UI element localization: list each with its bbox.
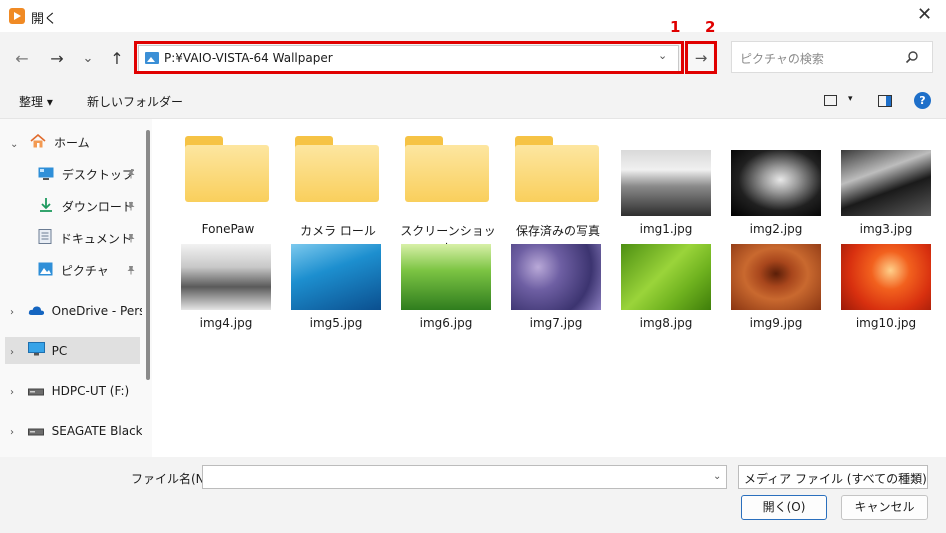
image-thumbnail-img6[interactable]	[401, 244, 491, 310]
annotation-box-2	[685, 41, 717, 74]
cancel-button[interactable]: キャンセル	[841, 495, 928, 520]
annotation-box-1	[134, 41, 684, 74]
view-icon[interactable]	[824, 95, 837, 106]
desktop-icon	[38, 164, 54, 188]
sidebar-item-pc[interactable]: › PC	[10, 339, 138, 363]
pin-icon	[126, 265, 136, 278]
folder-icon[interactable]	[515, 136, 599, 202]
organize-menu[interactable]: 整理 ▾	[19, 93, 53, 110]
image-thumbnail-img1[interactable]	[621, 150, 711, 216]
search-icon[interactable]	[905, 50, 919, 68]
sidebar-item-label: ホーム	[54, 136, 90, 150]
chevron-right-icon[interactable]: ›	[10, 347, 14, 358]
sidebar-item-label: デスクトップ	[61, 168, 134, 182]
sidebar-item-label: SEAGATE Black 1	[51, 424, 142, 438]
image-thumbnail-img4[interactable]	[181, 244, 271, 310]
picture-icon	[38, 260, 53, 284]
annotation-label-2: 2	[705, 18, 716, 36]
sidebar-scrollbar[interactable]	[146, 130, 150, 380]
sidebar-item-hdpc[interactable]: › HDPC-UT (F:)	[10, 379, 142, 403]
title-bar	[0, 0, 946, 32]
item-label[interactable]: img7.jpg	[506, 316, 606, 330]
chevron-right-icon[interactable]: ›	[10, 387, 14, 398]
pin-icon	[126, 201, 136, 214]
item-label[interactable]: img10.jpg	[836, 316, 936, 330]
home-icon	[30, 132, 46, 156]
item-label[interactable]: img8.jpg	[616, 316, 716, 330]
item-label[interactable]: img6.jpg	[396, 316, 496, 330]
sidebar-item-onedrive[interactable]: › OneDrive - Perso	[10, 299, 142, 323]
sidebar-item-label: OneDrive - Perso	[51, 304, 142, 318]
filetype-value: メディア ファイル (すべての種類)	[744, 472, 927, 486]
sidebar-item-label: ダウンロード	[61, 200, 134, 214]
item-label[interactable]: img1.jpg	[616, 222, 716, 236]
close-icon[interactable]: ✕	[917, 5, 932, 25]
image-thumbnail-img5[interactable]	[291, 244, 381, 310]
cloud-icon	[28, 300, 45, 324]
chevron-right-icon[interactable]: ›	[10, 427, 14, 438]
item-label[interactable]: FonePaw	[178, 222, 278, 236]
chevron-down-icon[interactable]: ⌄	[713, 471, 721, 482]
item-label[interactable]: カメラ ロール	[288, 222, 388, 239]
open-button[interactable]: 開く(O)	[741, 495, 827, 520]
up-button[interactable]: ↑	[107, 50, 127, 68]
back-button[interactable]: ←	[12, 50, 32, 68]
forward-button[interactable]: →	[47, 50, 67, 68]
sidebar-item-label: ドキュメント	[59, 232, 132, 246]
download-icon	[38, 196, 54, 220]
item-label[interactable]: img9.jpg	[726, 316, 826, 330]
new-folder-button[interactable]: 新しいフォルダー	[87, 93, 183, 110]
sidebar-item-label: ピクチャ	[60, 264, 109, 278]
annotation-label-1: 1	[670, 18, 681, 36]
recent-locations-button[interactable]: ⌄	[78, 50, 98, 68]
item-label[interactable]: img3.jpg	[836, 222, 936, 236]
filename-input[interactable]	[202, 465, 727, 489]
sidebar-item-home[interactable]: ⌄ ホーム	[10, 131, 90, 155]
image-thumbnail-img3[interactable]	[841, 150, 931, 216]
image-thumbnail-img8[interactable]	[621, 244, 711, 310]
chevron-right-icon[interactable]: ›	[10, 307, 14, 318]
monitor-icon	[27, 340, 45, 364]
drive-icon	[27, 420, 44, 444]
item-label[interactable]: img5.jpg	[286, 316, 386, 330]
search-placeholder: ピクチャの検索	[740, 52, 824, 66]
sidebar-item-seagate[interactable]: › SEAGATE Black 1	[10, 419, 142, 443]
sidebar-item-label: HDPC-UT (F:)	[51, 384, 130, 398]
chevron-down-icon[interactable]: ⌄	[912, 471, 920, 482]
item-label[interactable]: 保存済みの写真	[508, 222, 608, 239]
window-title: 開く	[31, 12, 58, 27]
help-icon[interactable]: ?	[914, 92, 931, 109]
item-label[interactable]: img4.jpg	[176, 316, 276, 330]
folder-icon[interactable]	[185, 136, 269, 202]
image-thumbnail-img7[interactable]	[511, 244, 601, 310]
chevron-down-icon[interactable]: ▾	[848, 94, 853, 104]
document-icon	[38, 228, 52, 252]
folder-icon[interactable]	[295, 136, 379, 202]
drive-icon	[27, 380, 44, 404]
chevron-down-icon[interactable]: ⌄	[10, 139, 18, 150]
preview-pane-icon[interactable]	[878, 95, 892, 107]
folder-icon[interactable]	[405, 136, 489, 202]
pin-icon	[126, 169, 136, 182]
sidebar-item-label: PC	[51, 344, 68, 358]
image-thumbnail-img10[interactable]	[841, 244, 931, 310]
image-thumbnail-img2[interactable]	[731, 150, 821, 216]
image-thumbnail-img9[interactable]	[731, 244, 821, 310]
item-label[interactable]: img2.jpg	[726, 222, 826, 236]
app-icon	[9, 8, 25, 24]
pin-icon	[126, 233, 136, 246]
